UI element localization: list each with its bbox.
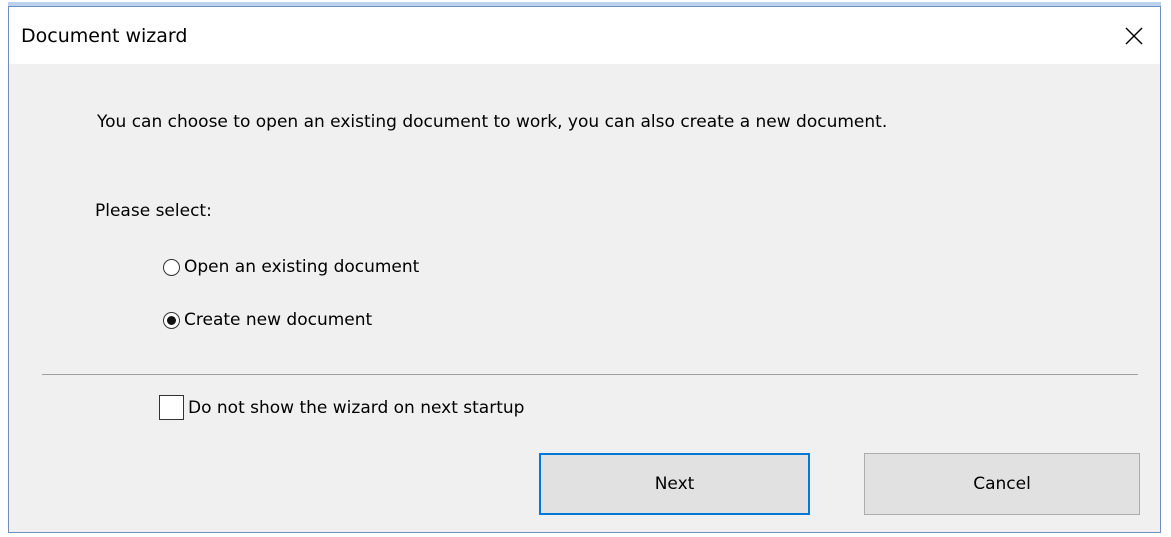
wizard-description: You can choose to open an existing docum… — [97, 112, 888, 132]
close-icon — [1125, 27, 1143, 44]
option-create-new-label: Create new document — [184, 310, 373, 330]
document-wizard-dialog: Document wizard You can choose to open a… — [8, 6, 1161, 533]
title-bar: Document wizard — [9, 7, 1160, 64]
select-prompt: Please select: — [95, 201, 212, 221]
divider — [42, 374, 1138, 375]
next-button[interactable]: Next — [539, 453, 810, 515]
close-button[interactable] — [1108, 7, 1160, 64]
radio-open-existing[interactable] — [163, 258, 180, 276]
dont-show-wizard-label: Do not show the wizard on next startup — [188, 397, 525, 418]
cancel-button[interactable]: Cancel — [864, 453, 1140, 515]
option-open-existing-label: Open an existing document — [184, 257, 420, 277]
dont-show-wizard-option[interactable]: Do not show the wizard on next startup — [159, 395, 524, 420]
radio-create-new[interactable] — [163, 311, 180, 329]
option-open-existing[interactable]: Open an existing document — [163, 257, 419, 277]
option-create-new[interactable]: Create new document — [163, 310, 372, 330]
dont-show-wizard-checkbox[interactable] — [159, 395, 184, 420]
window-title: Document wizard — [21, 25, 188, 47]
